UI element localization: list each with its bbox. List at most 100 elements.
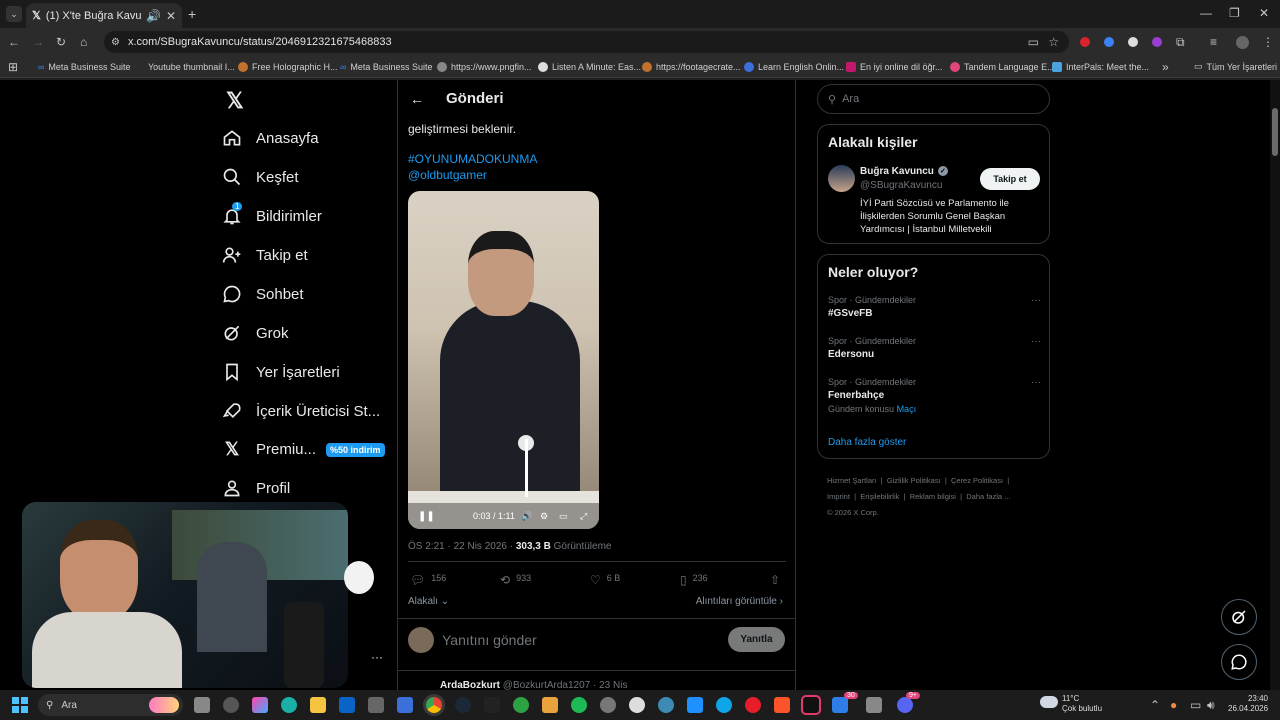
footer-link[interactable]: Erişilebilirlik [860,492,899,501]
footer-link[interactable]: Gizlilik Politikası [887,476,941,485]
repost-button[interactable]: ⟲ 933 [500,573,531,587]
new-tab-icon[interactable]: + [188,6,196,22]
nav-home[interactable]: Anasayfa [222,128,319,148]
volume-icon[interactable]: 🔊︎ [1207,698,1215,713]
chrome-icon[interactable] [426,697,442,713]
app-icon[interactable] [223,697,239,713]
view-quotes-link[interactable]: Alıntıları görüntüle › [696,596,783,607]
extension-purple-icon[interactable] [1152,37,1162,47]
forward-icon[interactable]: → [32,35,44,49]
bookmark[interactable]: https://www.pngfin... [437,61,532,72]
extensions-icon[interactable]: ⧉ [1176,35,1185,50]
reply-submit-button[interactable]: Yanıtla [728,627,785,652]
volume-icon[interactable]: 🔊 [521,511,532,522]
nav-bookmarks[interactable]: Yer İşaretleri [222,362,340,382]
nav-premium[interactable]: 𝕏 Premiu... %50 indirim [222,439,385,460]
steam-icon[interactable] [455,697,471,713]
extension-red-icon[interactable] [1080,37,1090,47]
site-info-icon[interactable]: ⚙ [111,37,120,48]
show-more-link[interactable]: Daha fazla göster [828,437,906,448]
trend-item[interactable]: Spor · Gündemdekiler #GSveFB ··· [828,295,1041,319]
footer-link[interactable]: Reklam bilgisi [910,492,956,501]
footer-link[interactable]: Hizmet Şartları [827,476,877,485]
chevron-up-icon[interactable]: ⌃ [1150,698,1160,712]
bookmark[interactable]: InterPals: Meet the... [1052,61,1149,72]
xbox-icon[interactable] [513,697,529,713]
volume-knob[interactable] [518,435,534,451]
calculator-icon[interactable] [368,697,384,713]
avatar[interactable] [828,165,855,192]
footer-link[interactable]: Daha fazla ... [966,492,1010,501]
taskbar-search[interactable]: ⚲ Ara [38,694,183,716]
app-icon[interactable] [832,697,848,713]
more-bookmarks-icon[interactable]: » [1162,60,1169,74]
bookmark[interactable]: ∞ Meta Business Suite [340,62,432,72]
app-icon[interactable] [542,697,558,713]
extension-white-icon[interactable] [1128,37,1138,47]
more-icon[interactable]: ··· [1031,377,1041,388]
post-timestamp[interactable]: ÖS 2:21 · 22 Nis 2026 · [408,541,516,552]
app-icon[interactable] [866,697,882,713]
bookmark-button[interactable]: ▯ 236 [680,573,708,587]
edge-icon[interactable] [281,697,297,713]
nav-creator-studio[interactable]: İçerik Üreticisi St... [222,401,380,421]
home-icon[interactable]: ⌂ [80,35,87,49]
footer-link[interactable]: Çerez Politikası [951,476,1003,485]
fullscreen-icon[interactable]: ⤢ [580,511,587,522]
reply-button[interactable]: 💬︎ 156 [410,573,446,587]
tab-list-icon[interactable]: ⌄ [6,6,22,22]
x-logo-icon[interactable]: 𝕏 [226,88,244,114]
brave-icon[interactable] [774,697,790,713]
person-name[interactable]: Buğra Kavuncu ✓ [860,166,948,177]
pip-icon[interactable]: ▭ [559,511,568,522]
profile-avatar-icon[interactable] [1236,35,1249,49]
audio-icon[interactable]: 🔊 [146,9,161,23]
discord-icon[interactable] [897,697,913,713]
nav-chat[interactable]: Sohbet [222,284,304,304]
address-bar[interactable]: ⚙ x.com/SBugraKavuncu/status/20469123216… [104,31,1069,53]
relevant-sort[interactable]: Alakalı ⌄ [408,596,449,607]
bookmark[interactable]: Free Holographic H... [238,61,338,72]
settings-icon[interactable]: ⚙ [540,511,548,522]
back-icon[interactable]: ← [8,35,20,49]
folder-icon[interactable] [310,697,326,713]
scrollbar-thumb[interactable] [1272,108,1278,156]
media-icon[interactable]: ≡ [1210,35,1217,49]
restore-icon[interactable]: ❐ [1229,6,1240,20]
bookmark[interactable]: Learn English Onlin... [744,61,844,72]
store-icon[interactable] [397,697,413,713]
minimize-icon[interactable]: — [1200,6,1212,20]
weather-icon[interactable] [1040,696,1058,708]
close-window-icon[interactable]: ✕ [1259,6,1269,20]
follow-button[interactable]: Takip et [980,168,1040,190]
mic-icon[interactable]: ● [1170,698,1177,712]
bookmark[interactable]: ∞ Meta Business Suite [38,62,130,72]
share-icon[interactable]: ⇧ [770,573,780,587]
bookmark[interactable]: Listen A Minute: Eas... [538,61,641,72]
active-tab[interactable]: 𝕏 (1) X'te Buğra Kavuncu: "Oy 🔊 ✕ [26,3,182,28]
messages-float-button[interactable] [1221,644,1257,680]
more-icon[interactable]: ··· [1031,336,1041,347]
nav-grok[interactable]: Grok [222,323,289,343]
network-icon[interactable]: ▭ [1190,698,1201,712]
clock[interactable]: 23:40 26.04.2026 [1228,694,1268,714]
pause-icon[interactable]: ❚❚ [418,511,435,522]
bookmark[interactable]: https://footagecrate... [642,61,741,72]
grok-float-button[interactable] [1221,599,1257,635]
footer-link[interactable]: Imprint [827,492,850,501]
task-view-icon[interactable] [194,697,210,713]
menu-icon[interactable]: ⋮ [1262,35,1274,49]
video-player[interactable]: ❚❚ 0:03 / 1:11 🔊 ⚙ ▭ ⤢ [408,191,599,529]
all-bookmarks[interactable]: ▭ Tüm Yer İşaretleri [1194,61,1277,72]
trend-topic-link[interactable]: Maçı [897,404,917,414]
windows-start-icon[interactable] [12,697,28,713]
next-reply[interactable]: ArdaBozkurt @BozkurtArda1207 · 23 Nis [440,680,627,690]
outlook-icon[interactable] [339,697,355,713]
app-icon[interactable] [600,697,616,713]
apps-icon[interactable]: ⊞ [8,60,18,74]
app-icon[interactable] [687,697,703,713]
nav-profile[interactable]: Profil [222,478,290,498]
app-icon[interactable] [629,697,645,713]
epic-icon[interactable] [484,697,500,713]
copilot-icon[interactable] [252,697,268,713]
